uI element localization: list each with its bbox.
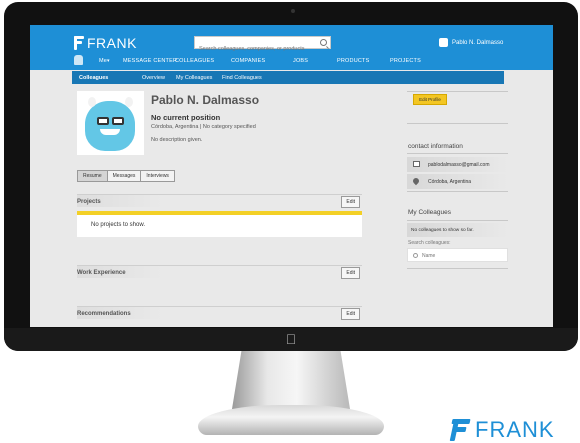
mail-icon — [413, 161, 420, 167]
divider — [407, 123, 508, 124]
footer-logo: FRANK — [449, 417, 555, 443]
recommendations-title: Recommendations — [77, 311, 131, 317]
home-icon[interactable] — [72, 53, 85, 67]
edit-profile-button[interactable]: Edit Profile — [413, 94, 447, 105]
search-box[interactable] — [194, 36, 331, 55]
profile-tabs: Resume Messages Interviews — [77, 170, 175, 182]
divider — [407, 191, 508, 192]
frank-logo-icon — [74, 36, 84, 50]
main-menu: Me ▾ MESSAGE CENTER COLLEAGUES COMPANIES… — [30, 53, 553, 70]
city-text: Córdoba, Argentina — [428, 179, 472, 185]
footer-brand-name: FRANK — [475, 417, 555, 442]
menu-item-message-center[interactable]: MESSAGE CENTER — [123, 58, 177, 64]
colleague-name-input[interactable] — [422, 251, 502, 260]
tab-find-colleagues[interactable]: Find Colleagues — [222, 75, 262, 81]
monitor-stand — [232, 351, 350, 409]
projects-title: Projects — [77, 199, 101, 205]
menu-item-products[interactable]: PRODUCTS — [337, 58, 369, 64]
divider — [407, 220, 508, 221]
page-title: Pablo N. Dalmasso — [151, 93, 260, 107]
colleague-search-box[interactable] — [407, 248, 508, 262]
edit-work-experience-button[interactable]: Edit — [341, 267, 360, 279]
location-text: Córdoba, Argentina | No category specifi… — [151, 124, 256, 130]
projects-empty-text: No projects to show. — [91, 222, 146, 228]
tab-my-colleagues[interactable]: My Colleagues — [176, 75, 212, 81]
contact-info-title: contact information — [408, 143, 463, 150]
apple-logo-icon:  — [284, 331, 298, 347]
edit-projects-button[interactable]: Edit — [341, 196, 360, 208]
tab-interviews[interactable]: Interviews — [141, 171, 174, 181]
screen: FRANK Pablo N. Dalmasso Me ▾ MESSAGE CEN… — [30, 25, 553, 327]
menu-item-projects[interactable]: PROJECTS — [390, 58, 421, 64]
menu-item-me[interactable]: Me — [99, 58, 107, 64]
projects-panel: No projects to show. — [77, 215, 362, 237]
avatar — [439, 38, 448, 47]
recommendations-section-header: Recommendations Edit — [77, 306, 362, 320]
divider — [407, 153, 508, 154]
chevron-down-icon[interactable]: ▾ — [107, 58, 110, 64]
search-colleagues-label: Search colleagues: — [408, 240, 451, 246]
brand-logo[interactable]: FRANK — [74, 35, 137, 51]
no-colleagues-row: No colleagues to show so far. — [407, 223, 508, 237]
projects-section-header: Projects Edit — [77, 194, 362, 208]
tab-colleagues[interactable]: Colleagues — [79, 75, 108, 81]
tab-resume[interactable]: Resume — [78, 171, 108, 181]
no-colleagues-text: No colleagues to show so far. — [411, 228, 474, 233]
current-position: No current position — [151, 113, 221, 122]
work-experience-section-header: Work Experience Edit — [77, 265, 362, 279]
divider — [407, 268, 508, 269]
camera-icon — [291, 9, 295, 13]
location-row: Córdoba, Argentina — [407, 174, 508, 189]
my-colleagues-title: My Colleagues — [408, 209, 451, 216]
divider — [407, 91, 508, 92]
user-menu[interactable]: Pablo N. Dalmasso — [439, 38, 503, 47]
frank-logo-icon — [449, 419, 471, 441]
map-pin-icon — [411, 176, 421, 186]
edit-recommendations-button[interactable]: Edit — [341, 308, 360, 320]
email-text: pablodalmasso@gmail.com — [428, 162, 490, 168]
search-icon[interactable] — [320, 39, 327, 46]
monitor-base — [198, 405, 384, 435]
menu-item-colleagues[interactable]: COLLEAGUES — [175, 58, 214, 64]
email-row[interactable]: pablodalmasso@gmail.com — [407, 157, 508, 172]
sub-navigation: Colleagues Overview My Colleagues Find C… — [72, 71, 504, 84]
search-icon — [413, 253, 418, 258]
tab-overview[interactable]: Overview — [142, 75, 165, 81]
description-text: No description given. — [151, 137, 203, 143]
user-name: Pablo N. Dalmasso — [452, 39, 504, 46]
profile-picture — [77, 91, 144, 155]
tab-messages[interactable]: Messages — [107, 171, 142, 181]
menu-item-companies[interactable]: COMPANIES — [231, 58, 265, 64]
brand-name: FRANK — [87, 35, 137, 51]
work-experience-title: Work Experience — [77, 270, 126, 276]
menu-item-jobs[interactable]: JOBS — [293, 58, 308, 64]
